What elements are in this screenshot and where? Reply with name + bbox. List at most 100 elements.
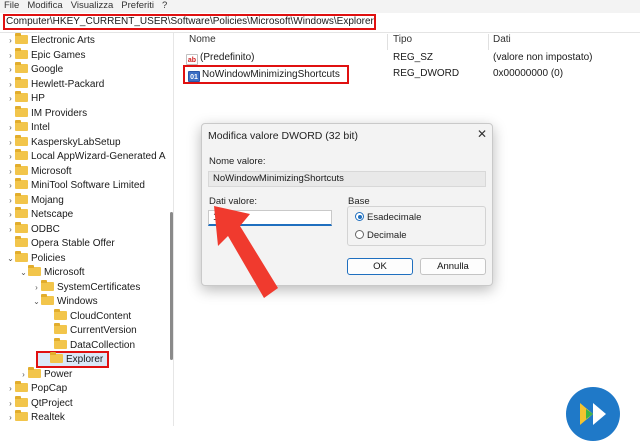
- chevron-right-icon[interactable]: ›: [6, 136, 15, 150]
- value-name-label: Nome valore:: [209, 156, 266, 167]
- value-name: NoWindowMinimizingShortcuts: [202, 69, 340, 80]
- value-type: REG_DWORD: [393, 68, 460, 79]
- tree-item-label: HP: [31, 93, 45, 104]
- chevron-right-icon[interactable]: ›: [6, 194, 15, 208]
- radio-dec[interactable]: Decimale: [355, 230, 407, 241]
- chevron-right-icon[interactable]: ›: [6, 121, 15, 135]
- tree-item-label: IM Providers: [31, 107, 88, 119]
- value-data: 0x00000000 (0): [493, 68, 564, 79]
- chevron-right-icon[interactable]: ›: [6, 382, 15, 396]
- folder-icon: [15, 105, 28, 117]
- tree-item[interactable]: › Electronic Arts: [6, 33, 95, 48]
- tree-item[interactable]: › Hewlett-Packard: [6, 76, 104, 92]
- tree-item-label: DataCollection: [70, 339, 136, 351]
- folder-icon: [41, 279, 54, 291]
- tree-item[interactable]: › QtProject: [6, 395, 73, 411]
- cancel-button[interactable]: Annulla: [420, 258, 486, 275]
- tree-item[interactable]: › MiniTool Software Limited: [6, 178, 145, 193]
- tree-item-label: CloudContent: [70, 310, 132, 322]
- folder-icon: [41, 294, 54, 305]
- tree-item-label: Microsoft: [31, 165, 72, 177]
- radio-hex[interactable]: Esadecimale: [355, 212, 421, 223]
- tree-item[interactable]: › HP: [6, 91, 45, 106]
- chevron-right-icon[interactable]: ›: [6, 63, 15, 77]
- string-value-icon: ab: [186, 54, 198, 65]
- tree-item[interactable]: › ODBC: [6, 221, 60, 237]
- radio-selected-icon: [355, 212, 364, 221]
- chevron-right-icon[interactable]: ›: [19, 368, 28, 382]
- tree-item[interactable]: ⌄ Windows: [32, 294, 98, 309]
- chevron-right-icon[interactable]: ›: [6, 34, 15, 48]
- tree-item[interactable]: Opera Stable Offer: [6, 236, 115, 251]
- chevron-down-icon[interactable]: ⌄: [19, 266, 28, 280]
- chevron-right-icon[interactable]: ›: [6, 92, 15, 106]
- chevron-right-icon[interactable]: ›: [6, 78, 15, 92]
- chevron-right-icon[interactable]: ›: [6, 208, 15, 222]
- menu-visualizza[interactable]: Visualizza: [67, 0, 118, 13]
- chevron-right-icon[interactable]: ›: [32, 281, 41, 295]
- tree-item[interactable]: Explorer: [36, 351, 110, 368]
- menu-bar: File Modifica Visualizza Preferiti ?: [0, 0, 640, 13]
- folder-icon: [54, 337, 67, 349]
- chevron-right-icon[interactable]: ›: [6, 179, 15, 193]
- chevron-down-icon[interactable]: ⌄: [32, 295, 41, 309]
- folder-icon: [15, 395, 28, 407]
- tree-item[interactable]: › Realtek: [6, 410, 65, 425]
- menu-preferiti[interactable]: Preferiti: [117, 0, 158, 13]
- tree-item[interactable]: ⌄ Microsoft: [19, 265, 85, 280]
- folder-icon: [15, 236, 28, 247]
- tree-item[interactable]: › KasperskyLabSetup: [6, 134, 121, 150]
- tree-item[interactable]: › SystemCertificates: [32, 279, 140, 295]
- tree-item-label: ODBC: [31, 223, 60, 235]
- ok-button[interactable]: OK: [347, 258, 413, 275]
- tree-item-label: Opera Stable Offer: [31, 238, 115, 249]
- tree-item[interactable]: › Power: [19, 366, 73, 382]
- close-icon[interactable]: ✕: [474, 126, 490, 142]
- chevron-right-icon[interactable]: ›: [6, 397, 15, 411]
- column-separator[interactable]: [488, 34, 489, 50]
- tree-item-label: Netscape: [31, 209, 74, 220]
- tree-item[interactable]: › Google: [6, 62, 63, 77]
- folder-icon: [50, 352, 63, 363]
- tree-item[interactable]: IM Providers: [6, 105, 88, 121]
- value-row-default[interactable]: ab (Predefinito): [186, 51, 254, 65]
- tree-item-label: MiniTool Software Limited: [31, 180, 145, 191]
- tree-item[interactable]: › Intel: [6, 120, 50, 135]
- value-name-field: NoWindowMinimizingShortcuts: [208, 171, 486, 187]
- chevron-right-icon[interactable]: ›: [6, 49, 15, 63]
- folder-icon: [15, 149, 28, 160]
- tree-item-label: CurrentVersion: [70, 325, 137, 336]
- tree-item-label: Realtek: [31, 412, 65, 423]
- chevron-right-icon[interactable]: ›: [6, 165, 15, 179]
- tree-item[interactable]: CloudContent: [45, 308, 132, 324]
- chevron-right-icon[interactable]: ›: [6, 411, 15, 425]
- column-header-name[interactable]: Nome: [189, 34, 216, 48]
- menu-modifica[interactable]: Modifica: [23, 0, 66, 13]
- folder-icon: [15, 221, 28, 233]
- chevron-down-icon[interactable]: ⌄: [6, 252, 15, 266]
- tree-item[interactable]: ⌄ Policies: [6, 250, 65, 266]
- column-header-data[interactable]: Dati: [493, 34, 511, 48]
- menu-file[interactable]: File: [0, 0, 23, 13]
- tree-item[interactable]: › Epic Games: [6, 47, 85, 63]
- tree-item[interactable]: › Local AppWizard-Generated A: [6, 149, 166, 164]
- column-separator[interactable]: [387, 34, 388, 50]
- folder-icon: [15, 207, 28, 218]
- column-header-type[interactable]: Tipo: [393, 34, 412, 48]
- chevron-right-icon[interactable]: ›: [6, 150, 15, 164]
- tree-item[interactable]: CurrentVersion: [45, 323, 137, 338]
- value-type: REG_SZ: [393, 52, 434, 63]
- menu-help[interactable]: ?: [158, 0, 171, 13]
- tree-item[interactable]: › PopCap: [6, 381, 67, 396]
- folder-icon: [15, 250, 28, 262]
- address-path[interactable]: Computer\HKEY_CURRENT_USER\Software\Poli…: [3, 14, 376, 30]
- folder-icon: [15, 192, 28, 204]
- tree-item[interactable]: › Microsoft: [6, 163, 72, 179]
- chevron-right-icon[interactable]: ›: [6, 223, 15, 237]
- tree-item[interactable]: › Mojang: [6, 192, 64, 208]
- tree-item[interactable]: › Netscape: [6, 207, 74, 222]
- value-row-nowindowminimizingshortcuts[interactable]: 01 NoWindowMinimizingShortcuts: [183, 65, 349, 84]
- pane-divider[interactable]: [173, 33, 174, 426]
- tree-item-label: Power: [44, 368, 73, 380]
- tree-item-label: KasperskyLabSetup: [31, 136, 121, 148]
